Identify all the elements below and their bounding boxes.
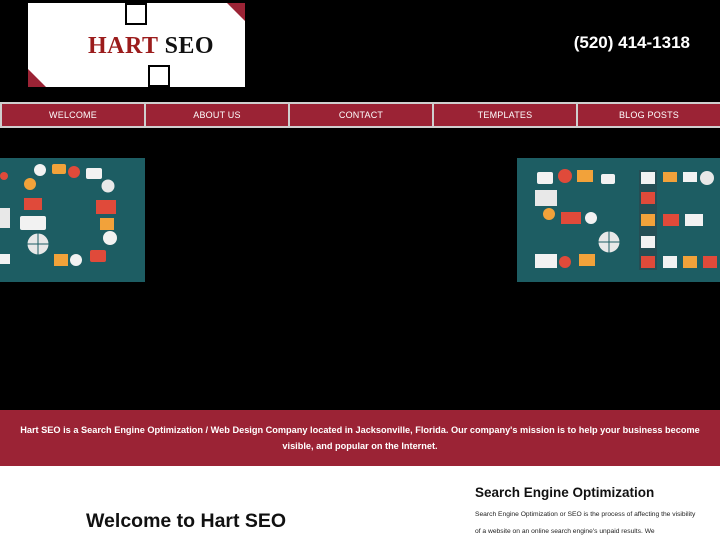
logo-corner-top-right	[227, 3, 245, 21]
nav-item-contact[interactable]: CONTACT	[290, 104, 432, 126]
seo-icons-letter-o-illustration	[0, 158, 145, 282]
nav-item-blog-posts[interactable]: BLOG POSTS	[578, 104, 720, 126]
seo-section-text: Search Engine Optimization or SEO is the…	[475, 511, 696, 535]
hero-image-right	[517, 158, 720, 282]
mission-statement: Hart SEO is a Search Engine Optimization…	[0, 410, 720, 466]
content-area: Welcome to Hart SEO Search Engine Optimi…	[0, 466, 720, 540]
nav-item-welcome[interactable]: WELCOME	[2, 104, 144, 126]
logo-square-bottom	[148, 65, 170, 87]
seo-section-heading: Search Engine Optimization	[475, 485, 655, 500]
logo-word-seo: SEO	[164, 33, 215, 59]
seo-icons-letters-se-illustration	[517, 158, 720, 282]
logo-corner-bottom-left	[28, 69, 46, 87]
hero-image-left	[0, 158, 145, 282]
main-nav: WELCOME ABOUT US CONTACT TEMPLATES BLOG …	[0, 102, 720, 128]
nav-item-about-us[interactable]: ABOUT US	[146, 104, 288, 126]
phone-number[interactable]: (520) 414-1318	[574, 33, 690, 53]
logo-square-top	[125, 3, 147, 25]
logo-word-hart: HART	[88, 33, 159, 59]
logo[interactable]: HART SEO	[28, 3, 245, 87]
hero-banner	[0, 158, 720, 282]
welcome-heading: Welcome to Hart SEO	[86, 510, 287, 532]
logo-wordmark: HART SEO	[88, 33, 214, 60]
page: HART SEO (520) 414-1318 WELCOME ABOUT US…	[0, 0, 720, 540]
nav-item-templates[interactable]: TEMPLATES	[434, 104, 576, 126]
